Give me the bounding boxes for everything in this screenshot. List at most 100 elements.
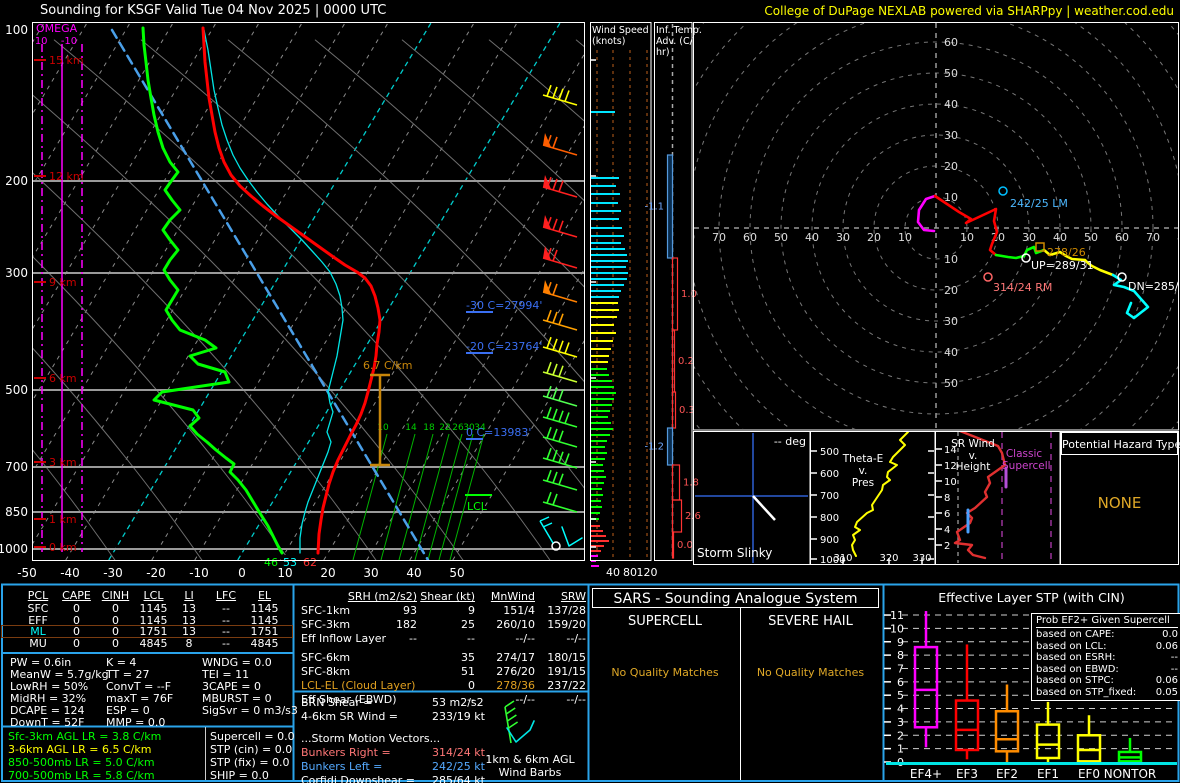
svg-text:46: 46 (264, 556, 278, 569)
shear-cell: 9 (468, 604, 475, 617)
svg-text:314/24 RM: 314/24 RM (993, 281, 1052, 294)
parcel-table-header: PCL CAPE CINH LCL LI LFC EL (2, 590, 292, 601)
parcel-cell: 0 (112, 636, 119, 650)
stp-legend-row: based on CAPE: 0.0 (1036, 629, 1178, 641)
shear-table-header: SRH (m2/s2) Shear (kt) MnWind SRW (295, 591, 586, 602)
svg-text:LCL: LCL (467, 500, 488, 513)
svg-text:10: 10 (960, 231, 974, 244)
svg-text:20: 20 (867, 231, 881, 244)
svg-text:-10: -10 (61, 36, 77, 47)
thermo-indices-col2: K = 4 TT = 27 ConvT = --F maxT = 76F ESP = 0… (106, 657, 173, 729)
svg-text:60: 60 (1115, 231, 1129, 244)
parcel-table: PCL CAPE CINH LCL LI LFC EL SFC 0 0 1145 13 -- 1145 EF… (1, 590, 293, 650)
parcel-cell: 0 (73, 613, 80, 627)
parcel-cell: 1145 (250, 602, 279, 615)
parcel-cell: -- (222, 636, 230, 650)
shear-cell: SFC-8km (301, 665, 351, 678)
motion-vector-value: 242/25 kt (432, 760, 485, 773)
hazard-panel-title: Potential Hazard Type (1061, 432, 1180, 455)
shear-cell: 180/15 (547, 651, 586, 664)
temp-adv-panel: -1.11.00.20.3-1.21.82.60.0 (644, 22, 701, 561)
sars-title: SARS - Sounding Analogue System (592, 588, 879, 608)
stp-legend-value: -- (1170, 663, 1178, 675)
stp-legend-row: based on EBWD: -- (1036, 664, 1178, 676)
parcel-cell: -- (222, 613, 230, 627)
shear-cell: SFC-6km (301, 651, 351, 664)
svg-text:60: 60 (944, 36, 958, 49)
parcel-cell: EFF (28, 613, 48, 627)
svg-text:5: 5 (897, 689, 904, 702)
wind-speed-panel-title: Wind Speed (knots) (592, 25, 649, 47)
motion-label: 4-6km SR Wind = (301, 710, 399, 723)
lapse-rate-item: 700-500mb LR = 5.8 C/km (8, 769, 155, 782)
skewt-wind-barbs (542, 84, 578, 513)
shear-cell: --/-- (515, 632, 535, 645)
svg-text:14: 14 (405, 423, 417, 433)
svg-text:UP=289/31: UP=289/31 (1031, 259, 1094, 272)
parcel-cell: 13 (182, 625, 196, 638)
shear-cell: 276/20 (496, 665, 535, 678)
lapse-rate-item: 3-6km AGL LR = 6.5 C/km (8, 743, 152, 756)
svg-text:22: 22 (439, 423, 450, 433)
srwind-panel-title: SR Wind v. Height (951, 438, 995, 474)
shear-row: SFC-1km 93 9 151/4 137/28 (295, 605, 586, 616)
svg-text:6.7 C/km: 6.7 C/km (363, 359, 412, 372)
svg-text:850: 850 (5, 505, 28, 519)
temp-adv-title-line3: hr) (656, 47, 670, 58)
svg-text:60: 60 (743, 231, 757, 244)
svg-text:-40: -40 (60, 566, 80, 580)
svg-text:40: 40 (944, 346, 958, 359)
shear-cell: 260/10 (496, 618, 535, 631)
svg-text:900: 900 (820, 535, 839, 546)
svg-text:-30: -30 (103, 566, 123, 580)
svg-text:30: 30 (363, 566, 378, 580)
lapse-rate-item: Sfc-3km AGL LR = 3.8 C/km (8, 730, 162, 743)
svg-text:40: 40 (406, 566, 421, 580)
parcel-col-header: EL (257, 589, 272, 602)
motion-vector-value: 314/24 kt (432, 746, 485, 759)
svg-text:0.0: 0.0 (677, 540, 693, 551)
srwind-annotation-line1: Classic (1005, 448, 1043, 460)
thermo-indices-col1: PW = 0.6in MeanW = 5.7g/kg LowRH = 50% MidR… (10, 657, 109, 729)
svg-text:1 km: 1 km (49, 513, 77, 526)
storm-motion-vectors-header: ...Storm Motion Vectors... (295, 733, 586, 744)
credit-banner: College of DuPage NEXLAB powered via SHA… (764, 4, 1174, 18)
stp-legend-value: 0.0 (1162, 629, 1178, 640)
parcel-cell: ML (30, 625, 46, 638)
svg-text:1000: 1000 (0, 542, 28, 556)
parcel-cell: 0 (73, 602, 80, 615)
svg-text:80: 80 (623, 566, 637, 579)
thermo-indices-col3: WNDG = 0.0 TEI = 11 3CAPE = 0 MBURST = 0 Sig… (202, 657, 298, 717)
svg-text:EF0: EF0 (1078, 767, 1100, 781)
temp-adv-panel-title: Inf. Temp. Adv. (C/ hr) (656, 25, 702, 58)
shear-cell: -- (409, 632, 417, 645)
svg-text:330: 330 (912, 553, 931, 564)
svg-text:70: 70 (712, 231, 726, 244)
shear-cell: 274/17 (496, 651, 535, 664)
svg-text:-20: -20 (146, 566, 166, 580)
storm-slinky-panel (693, 431, 811, 565)
stp-legend-value: 0.06 (1155, 675, 1178, 686)
parcel-cell: 1145 (139, 613, 168, 627)
stp-legend-label: based on CAPE: (1036, 629, 1115, 640)
svg-text:0 C=13983': 0 C=13983' (466, 426, 531, 439)
wind-speed-title-line2: (knots) (592, 36, 626, 47)
parcel-cell: MU (29, 636, 47, 650)
thetae-panel-title: Theta-E v. Pres (830, 453, 896, 489)
parcel-cell: -- (222, 602, 230, 615)
sars-supercell-header: SUPERCELL (628, 614, 702, 629)
hazard-value: NONE (1097, 494, 1142, 512)
svg-text:40: 40 (1053, 231, 1067, 244)
shear-row: SFC-6km 35 274/17 180/15 (295, 652, 586, 663)
svg-text:62: 62 (303, 556, 317, 569)
parcel-cell: 8 (185, 636, 193, 650)
svg-text:800: 800 (820, 513, 839, 524)
shear-row: SFC-3km 182 25 260/10 159/20 (295, 619, 586, 630)
svg-text:40: 40 (805, 231, 819, 244)
parcel-row: SFC 0 0 1145 13 -- 1145 (2, 603, 292, 614)
svg-text:4: 4 (944, 525, 950, 536)
thermo-item: MMP = 0.0 (106, 716, 166, 729)
svg-text:6: 6 (897, 676, 904, 689)
stp-legend-value: 0.05 (1155, 686, 1178, 698)
wind-speed-title-line1: Wind Speed (592, 25, 649, 36)
